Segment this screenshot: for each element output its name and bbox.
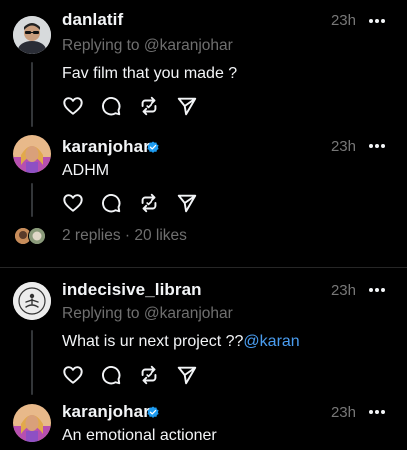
avatar[interactable] — [13, 404, 51, 442]
verified-badge-icon — [147, 406, 159, 418]
replying-to[interactable]: Replying to @karanjohar — [62, 305, 233, 323]
repost-icon[interactable] — [138, 192, 160, 214]
comment-icon[interactable] — [100, 364, 122, 386]
reply-avatar — [28, 227, 46, 245]
post-actions — [62, 95, 202, 117]
timestamp: 23h — [330, 138, 356, 155]
thread-line — [31, 62, 33, 127]
username[interactable]: danlatif — [62, 10, 123, 30]
post-actions — [62, 364, 202, 386]
heart-icon[interactable] — [62, 95, 84, 117]
post-text: An emotional actioner — [62, 427, 217, 444]
more-icon[interactable] — [369, 19, 385, 23]
send-icon[interactable] — [176, 364, 198, 386]
comment-icon[interactable] — [100, 95, 122, 117]
heart-icon[interactable] — [62, 192, 84, 214]
username[interactable]: karanjohar — [62, 137, 150, 157]
send-icon[interactable] — [176, 192, 198, 214]
post-text: ADHM — [62, 162, 110, 179]
thread-line — [31, 183, 33, 217]
username[interactable]: indecisive_libran — [62, 280, 202, 300]
avatar[interactable] — [13, 135, 51, 173]
heart-icon[interactable] — [62, 364, 84, 386]
post-text: What is ur next project ??@karan — [62, 333, 300, 351]
avatar[interactable] — [13, 16, 51, 54]
username[interactable]: karanjohar — [62, 402, 150, 422]
timestamp: 23h — [330, 404, 356, 421]
timestamp: 23h — [330, 12, 356, 29]
more-icon[interactable] — [369, 288, 385, 292]
avatar[interactable] — [13, 282, 51, 320]
post-actions — [62, 192, 202, 214]
post-text-body: What is ur next project ?? — [62, 333, 244, 350]
post-text: Fav film that you made ? — [62, 65, 238, 82]
comment-icon[interactable] — [100, 192, 122, 214]
timestamp: 23h — [330, 282, 356, 299]
replying-to[interactable]: Replying to @karanjohar — [62, 37, 233, 55]
verified-badge-icon — [147, 141, 159, 153]
replies-summary[interactable]: 2 replies · 20 likes — [62, 227, 187, 245]
send-icon[interactable] — [176, 95, 198, 117]
repost-icon[interactable] — [138, 95, 160, 117]
thread-line — [31, 330, 33, 395]
repost-icon[interactable] — [138, 364, 160, 386]
more-icon[interactable] — [369, 410, 385, 414]
mention-link[interactable]: @karan — [243, 333, 299, 350]
more-icon[interactable] — [369, 144, 385, 148]
divider — [0, 267, 407, 268]
